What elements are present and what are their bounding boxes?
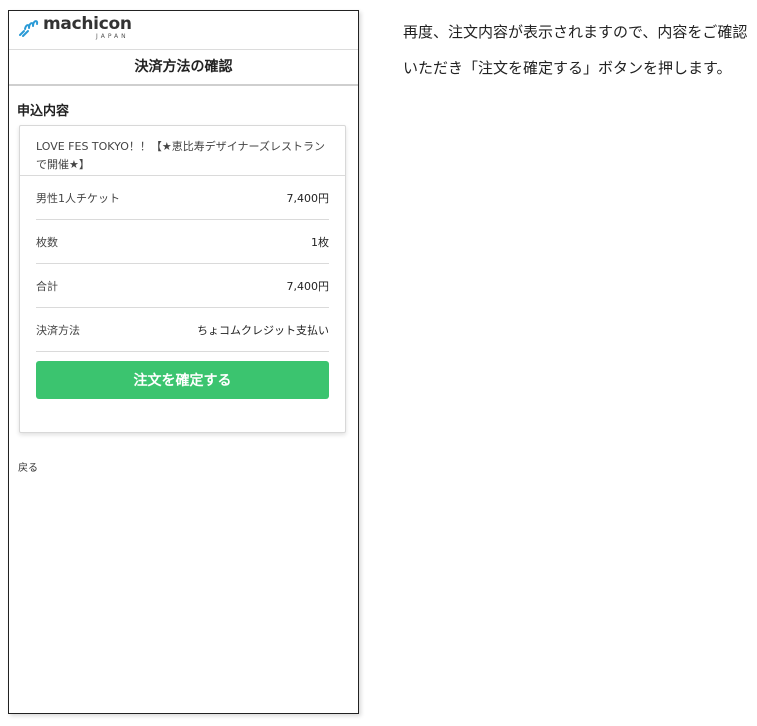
payment-method-value: ちょコムクレジット支払い	[197, 323, 329, 337]
payment-method-row: 決済方法 ちょコムクレジット支払い	[36, 308, 329, 352]
order-details: 男性1人チケット 7,400円 枚数 1枚 合計 7,400円 決済方法 ちょコ…	[20, 176, 345, 352]
quantity-row: 枚数 1枚	[36, 220, 329, 264]
total-value: 7,400円	[286, 279, 330, 293]
order-summary-card: LOVE FES TOKYO！！【★恵比寿デザイナーズレストランで開催★】 男性…	[19, 125, 346, 433]
ticket-row: 男性1人チケット 7,400円	[36, 176, 329, 220]
total-label: 合計	[36, 279, 58, 293]
event-name: LOVE FES TOKYO！！【★恵比寿デザイナーズレストランで開催★】	[20, 126, 345, 176]
confirm-order-button[interactable]: 注文を確定する	[36, 361, 329, 399]
app-header: machicon JAPAN	[9, 11, 358, 50]
instruction-text: 再度、注文内容が表示されますので、内容をご確認いただき「注文を確定する」ボタンを…	[403, 23, 748, 77]
logo-text: machicon	[43, 14, 132, 34]
logo-subtext: JAPAN	[96, 33, 129, 40]
back-link[interactable]: 戻る	[18, 459, 38, 474]
machicon-logo[interactable]: machicon JAPAN	[17, 16, 132, 40]
machicon-logo-icon	[19, 20, 39, 37]
payment-method-label: 決済方法	[36, 323, 80, 337]
quantity-label: 枚数	[36, 235, 58, 249]
page-title: 決済方法の確認	[9, 50, 358, 86]
quantity-value: 1枚	[311, 235, 329, 249]
ticket-label: 男性1人チケット	[36, 191, 120, 205]
section-title: 申込内容	[17, 104, 70, 119]
total-row: 合計 7,400円	[36, 264, 329, 308]
phone-screen: machicon JAPAN 決済方法の確認 申込内容 LOVE FES TOK…	[8, 10, 359, 714]
ticket-price: 7,400円	[286, 191, 330, 205]
